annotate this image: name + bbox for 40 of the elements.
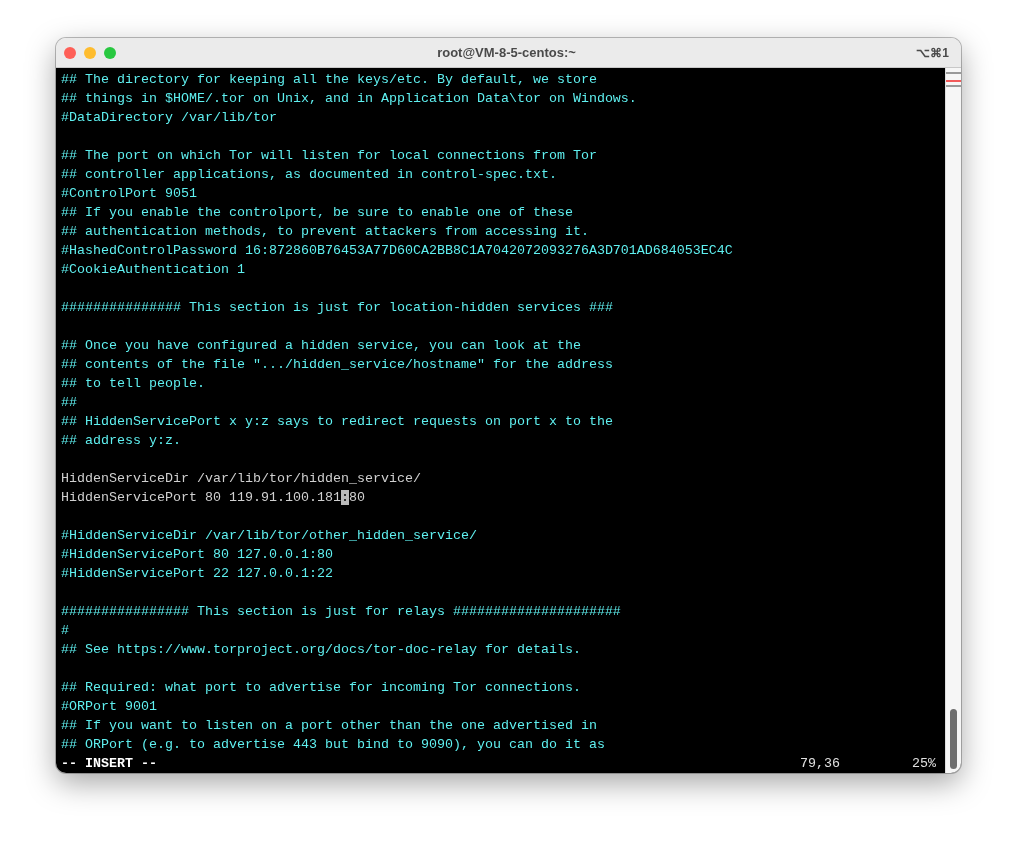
comment-line: ## Required: what port to advertise for incoming Tor connections. bbox=[61, 679, 581, 697]
comment-line: ## address y:z. bbox=[61, 432, 181, 450]
config-line: HiddenServiceDir /var/lib/tor/hidden_service/ bbox=[61, 470, 421, 488]
text-cursor: : bbox=[340, 490, 349, 505]
comment-line: ## See https://www.torproject.org/docs/tor-doc-relay for details. bbox=[61, 641, 581, 659]
comment-line: ## ORPort (e.g. to advertise 443 but bind to 9090), you can do it as bbox=[61, 736, 605, 754]
comment-line: ############### This section is just for location-hidden services ### bbox=[61, 299, 613, 317]
comment-line: ## The port on which Tor will listen for local connections from Tor bbox=[61, 147, 597, 165]
close-button[interactable] bbox=[64, 46, 76, 59]
comment-line: #HiddenServiceDir /var/lib/tor/other_hidden_service/ bbox=[61, 527, 477, 545]
comment-line: ## controller applications, as documented in control-spec.txt. bbox=[61, 166, 557, 184]
scroll-percent: 25% bbox=[912, 755, 936, 773]
comment-line: ## If you want to listen on a port other than the one advertised in bbox=[61, 717, 597, 735]
comment-line: ## Once you have configured a hidden service, you can look at the bbox=[61, 337, 581, 355]
scrollbar[interactable] bbox=[945, 68, 961, 773]
cursor-position: 79,36 bbox=[800, 755, 840, 773]
keyboard-shortcut: ⌥⌘1 bbox=[915, 45, 949, 60]
mode-indicator: -- INSERT -- bbox=[61, 755, 157, 773]
comment-line: ################ This section is just for relays ##################### bbox=[61, 603, 621, 621]
scrollbar-thumb[interactable] bbox=[950, 709, 957, 769]
config-line: HiddenServicePort 80 119.91.100.181:80 bbox=[61, 489, 365, 507]
comment-line: # bbox=[61, 622, 69, 640]
comment-line: #CookieAuthentication 1 bbox=[61, 261, 245, 279]
comment-line: ## things in $HOME/.tor on Unix, and in Application Data\tor on Windows. bbox=[61, 90, 637, 108]
comment-line: ## authentication methods, to prevent attackers from accessing it. bbox=[61, 223, 589, 241]
window-title: root@VM-8-5-centos:~ bbox=[436, 45, 577, 60]
comment-line: #DataDirectory /var/lib/tor bbox=[61, 109, 277, 127]
comment-line: #HiddenServicePort 22 127.0.0.1:22 bbox=[61, 565, 333, 583]
minimize-button[interactable] bbox=[84, 46, 96, 59]
comment-line: ## to tell people. bbox=[61, 375, 205, 393]
comment-line: ## The directory for keeping all the keys/etc. By default, we store bbox=[61, 71, 597, 89]
comment-line: #ControlPort 9051 bbox=[61, 185, 197, 203]
comment-line: #HashedControlPassword 16:872860B76453A77D60CA2BB8C1A7042072093276A3D701AD684053EC4C bbox=[61, 242, 733, 260]
comment-line: ## HiddenServicePort x y:z says to redirect requests on port x to the bbox=[61, 413, 613, 431]
comment-line: ## If you enable the controlport, be sure to enable one of these bbox=[61, 204, 573, 222]
comment-line: #HiddenServicePort 80 127.0.0.1:80 bbox=[61, 546, 333, 564]
zoom-button[interactable] bbox=[104, 46, 116, 59]
comment-line: ## contents of the file ".../hidden_service/hostname" for the address bbox=[61, 356, 613, 374]
comment-line: ## bbox=[61, 394, 77, 412]
comment-line: #ORPort 9001 bbox=[61, 698, 157, 716]
